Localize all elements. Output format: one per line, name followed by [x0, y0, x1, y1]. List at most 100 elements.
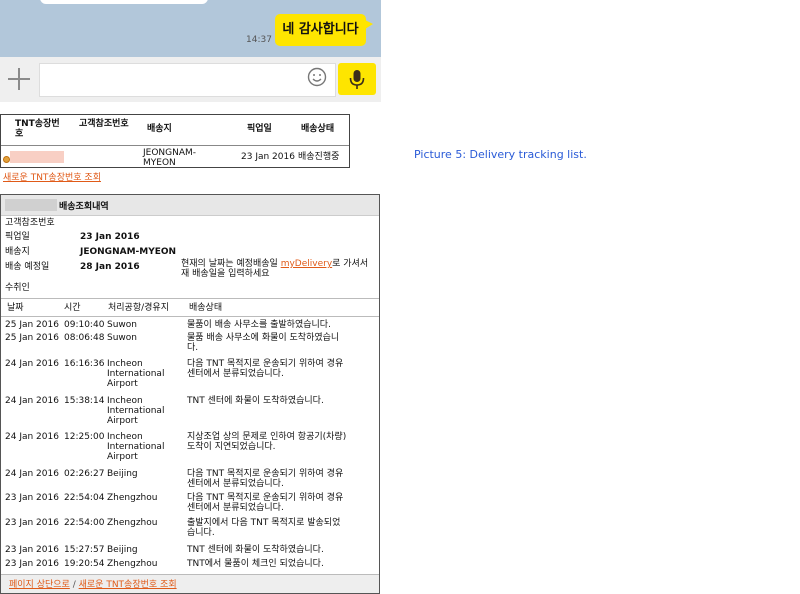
event-time: 09:10:40: [64, 320, 105, 330]
event-location: Suwon: [107, 333, 185, 343]
event-location: Incheon International Airport: [107, 396, 185, 426]
event-date: 23 Jan 2016: [5, 559, 59, 569]
event-status: 지상조업 상의 문제로 인하여 항공기(차량) 도착이 지연되었습니다.: [187, 432, 377, 452]
history-header-top-line: [1, 298, 379, 299]
event-location: Suwon: [107, 320, 185, 330]
event-status: 출발지에서 다음 TNT 목적지로 발송되었 습니다.: [187, 518, 377, 538]
tracking-detail-panel: 배송조회내역 고객참조번호 픽업일 23 Jan 2016 배송지 JEONGN…: [0, 194, 380, 594]
event-location-line: Incheon: [107, 396, 143, 406]
event-location-line: International: [107, 369, 165, 379]
event-status-line: 다음 TNT 목적지로 운송되기 위하여 경유: [187, 493, 344, 503]
event-location-line: Beijing: [107, 545, 138, 555]
event-location: Zhengzhou: [107, 493, 185, 503]
event-location-line: Incheon: [107, 432, 143, 442]
event-time: 22:54:00: [64, 518, 105, 528]
event-status-line: 습니다.: [187, 528, 215, 538]
event-status: 다음 TNT 목적지로 운송되기 위하여 경유 센터에서 분류되었습니다.: [187, 359, 377, 379]
event-status-line: 센터에서 분류되었습니다.: [187, 369, 284, 379]
customer-ref-label: 고객참조번호: [5, 218, 55, 228]
event-location-line: Airport: [107, 416, 138, 426]
message-input[interactable]: [39, 63, 336, 97]
event-date: 25 Jan 2016: [5, 333, 59, 343]
destination-value: JEONGNAM-MYEON: [80, 247, 177, 257]
history-col-date: 날짜: [7, 303, 24, 313]
new-search-link[interactable]: 새로운 TNT송장번호 조회: [3, 170, 101, 183]
detail-footer: 페이지 상단으로 / 새로운 TNT송장번호 조회: [1, 574, 379, 593]
column-header-destination: 배송지: [147, 124, 172, 134]
microphone-icon: [349, 70, 365, 89]
event-time: 15:27:57: [64, 545, 105, 555]
event-location-line: Airport: [107, 379, 138, 389]
event-time: 19:20:54: [64, 559, 105, 569]
tracking-list-table: TNT송장번호 고객참조번호 배송지 픽업일 배송상태 JEONGNAM-MYE…: [0, 114, 350, 168]
redelivery-note: 현재의 날짜는 예정배송일 myDelivery로 가셔서 재 배송일을 입력하…: [181, 259, 376, 279]
event-status-line: TNT 센터에 화물이 도착하였습니다.: [187, 545, 324, 555]
event-time: 12:25:00: [64, 432, 105, 442]
event-status-line: 물품이 배송 사무소를 출발하였습니다.: [187, 320, 331, 330]
event-time: 08:06:48: [64, 333, 105, 343]
row-marker-icon: [3, 156, 10, 163]
emoji-icon[interactable]: [307, 67, 327, 87]
event-location-line: Airport: [107, 452, 138, 462]
plus-icon[interactable]: [6, 66, 32, 92]
column-header-tnt-number: TNT송장번호: [15, 119, 60, 139]
event-location: Zhengzhou: [107, 559, 185, 569]
event-status-line: 물품 배송 사무소에 화물이 도착하였습니: [187, 333, 340, 343]
redacted-tnt-number: [5, 199, 57, 211]
event-time: 16:16:36: [64, 359, 105, 369]
event-status-line: 센터에서 분류되었습니다.: [187, 479, 284, 489]
event-date: 24 Jan 2016: [5, 396, 59, 406]
event-location-line: Zhengzhou: [107, 493, 158, 503]
event-status-line: 센터에서 분류되었습니다.: [187, 503, 284, 513]
event-date: 23 Jan 2016: [5, 518, 59, 528]
destination-label: 배송지: [5, 247, 30, 257]
event-status: TNT에서 물품이 체크인 되었습니다.: [187, 559, 377, 569]
detail-title: 배송조회내역: [59, 202, 109, 212]
event-time: 15:38:14: [64, 396, 105, 406]
expected-date-value: 28 Jan 2016: [80, 262, 140, 272]
page-top-link[interactable]: 페이지 상단으로: [9, 580, 70, 590]
event-status-line: 다음 TNT 목적지로 운송되기 위하여 경유: [187, 469, 344, 479]
footer-separator: /: [72, 580, 76, 590]
column-header-pickup: 픽업일: [247, 124, 272, 134]
event-status-line: TNT에서 물품이 체크인 되었습니다.: [187, 559, 324, 569]
column-header-status: 배송상태: [301, 124, 335, 134]
event-date: 24 Jan 2016: [5, 359, 59, 369]
event-status-line: 다.: [187, 343, 199, 353]
event-location-line: Incheon: [107, 359, 143, 369]
event-time: 02:26:27: [64, 469, 105, 479]
event-status: 다음 TNT 목적지로 운송되기 위하여 경유 센터에서 분류되었습니다.: [187, 493, 377, 513]
header-divider: [1, 145, 349, 146]
event-date: 23 Jan 2016: [5, 493, 59, 503]
detail-title-bar: 배송조회내역: [1, 195, 379, 216]
message-time: 14:37: [246, 35, 272, 45]
mydelivery-link[interactable]: myDelivery: [281, 259, 332, 269]
sent-message-bubble[interactable]: 네 감사합니다: [275, 14, 373, 46]
event-location-line: Beijing: [107, 469, 138, 479]
note-prefix: 현재의 날짜는 예정배송일: [181, 259, 278, 269]
row-pickup-date: 23 Jan 2016: [241, 152, 295, 162]
event-location-line: Zhengzhou: [107, 518, 158, 528]
event-date: 25 Jan 2016: [5, 320, 59, 330]
note-suffix: 로 가셔서: [332, 259, 369, 269]
chat-area: 14:37 네 감사합니다: [0, 0, 381, 57]
event-date: 24 Jan 2016: [5, 432, 59, 442]
history-col-time: 시간: [64, 303, 81, 313]
event-location: Incheon International Airport: [107, 359, 185, 389]
expected-date-label: 배송 예정일: [5, 262, 50, 272]
redacted-tnt-number[interactable]: [10, 151, 64, 163]
event-status-line: 다음 TNT 목적지로 운송되기 위하여 경유: [187, 359, 344, 369]
event-status-line: TNT 센터에 화물이 도착하였습니다.: [187, 396, 324, 406]
event-location: Beijing: [107, 545, 185, 555]
picture-caption: Picture 5: Delivery tracking list.: [414, 148, 587, 161]
event-status: 물품이 배송 사무소를 출발하였습니다.: [187, 320, 377, 330]
chat-input-bar: [0, 57, 381, 102]
microphone-button[interactable]: [338, 63, 376, 95]
pickup-label: 픽업일: [5, 232, 30, 242]
event-date: 23 Jan 2016: [5, 545, 59, 555]
event-status-line: 출발지에서 다음 TNT 목적지로 발송되었: [187, 518, 341, 528]
event-status: 다음 TNT 목적지로 운송되기 위하여 경유 센터에서 분류되었습니다.: [187, 469, 377, 489]
event-location-line: International: [107, 406, 165, 416]
history-col-status: 배송상태: [189, 303, 223, 313]
footer-new-search-link[interactable]: 새로운 TNT송장번호 조회: [79, 580, 177, 590]
